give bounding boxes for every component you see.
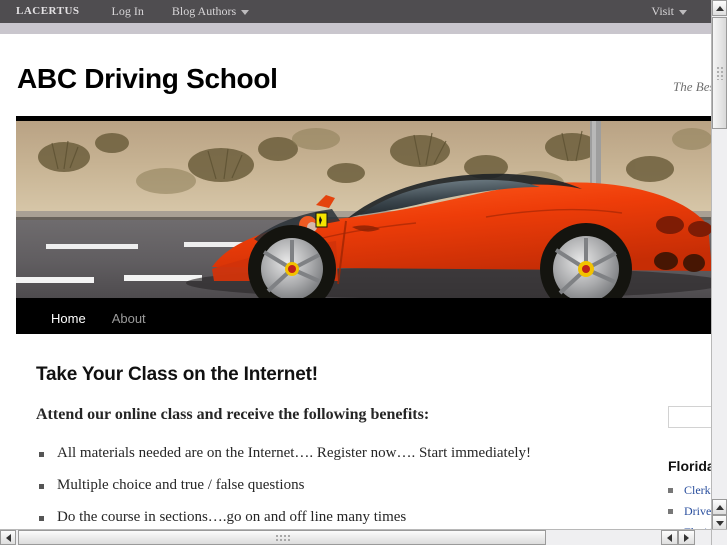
content-area: Take Your Class on the Internet! Attend … — [0, 334, 711, 531]
horizontal-scrollbar-thumb[interactable] — [18, 530, 546, 545]
scroll-left-arrow-icon[interactable] — [0, 530, 16, 545]
scrollbar-grip-icon — [275, 534, 290, 543]
content-heading: Take Your Class on the Internet! — [36, 364, 318, 385]
arrow-down-glyph — [715, 520, 724, 526]
admin-item-blog-authors-label: Blog Authors — [171, 4, 237, 18]
content-subheading: Attend our online class and receive the … — [36, 406, 430, 423]
hero-photo-ferrari-on-road — [16, 121, 711, 298]
admin-item-visit[interactable]: Visit — [637, 0, 701, 23]
widget-links-florida: Clerk Drive Florid Florid — [668, 483, 711, 531]
vertical-scrollbar-thumb[interactable] — [712, 17, 727, 129]
horizontal-scroll-right-buttons — [661, 530, 695, 545]
nav-item-home[interactable]: Home — [38, 303, 99, 334]
vertical-scroll-down-buttons — [712, 499, 727, 531]
admin-bar-right-group: Visit — [637, 0, 711, 23]
search-input[interactable] — [668, 406, 711, 428]
list-item: Clerk — [668, 483, 711, 498]
scrollbar-grip-icon — [716, 66, 725, 80]
hero-illustration — [16, 121, 711, 298]
browser-viewport: LACERTUS Log In Blog Authors Visit ABC D… — [0, 0, 727, 545]
sidebar-link-clerk[interactable]: Clerk — [684, 483, 711, 497]
scroll-up-arrow-icon[interactable] — [712, 0, 727, 16]
sidebar: Florida Clerk Drive Florid Florid Course — [668, 334, 711, 531]
admin-item-visit-label: Visit — [651, 4, 674, 18]
chevron-down-icon — [679, 10, 687, 15]
scroll-left-arrow-icon-secondary[interactable] — [661, 530, 678, 545]
main-column: Take Your Class on the Internet! Attend … — [36, 364, 596, 531]
vertical-scrollbar[interactable] — [711, 0, 727, 531]
arrow-left-glyph — [667, 533, 672, 542]
widget-title-florida: Florida — [668, 458, 711, 474]
site-header: ABC Driving School The Best — [0, 34, 711, 95]
admin-bar-underline — [0, 23, 711, 34]
admin-brand-lacertus[interactable]: LACERTUS — [0, 0, 98, 23]
scroll-up-arrow-icon-secondary[interactable] — [712, 499, 727, 515]
hero-banner — [16, 116, 711, 303]
site-tagline: The Best — [673, 79, 711, 94]
scroll-right-arrow-icon[interactable] — [678, 530, 695, 545]
site-nav: Home About — [16, 303, 711, 334]
page-content: ABC Driving School The Best — [0, 34, 711, 531]
chevron-down-icon — [241, 10, 250, 15]
list-item: Do the course in sections….go on and off… — [36, 509, 596, 526]
arrow-up-glyph — [715, 504, 724, 510]
page-title: ABC Driving School — [17, 63, 278, 94]
list-item: Drive — [668, 504, 711, 519]
nav-item-about[interactable]: About — [99, 303, 159, 334]
scrollbar-corner — [711, 529, 727, 545]
admin-bar-left-group: LACERTUS Log In Blog Authors — [0, 0, 263, 23]
horizontal-scrollbar[interactable] — [0, 529, 711, 545]
admin-bar: LACERTUS Log In Blog Authors Visit — [0, 0, 711, 23]
benefits-list: All materials needed are on the Internet… — [36, 445, 596, 531]
admin-item-log-in[interactable]: Log In — [98, 0, 158, 23]
sidebar-link-drive[interactable]: Drive — [684, 504, 711, 518]
arrow-up-glyph — [715, 5, 724, 11]
arrow-left-glyph — [5, 533, 11, 542]
list-item: All materials needed are on the Internet… — [36, 445, 596, 462]
arrow-right-glyph — [684, 533, 689, 542]
list-item: Multiple choice and true / false questio… — [36, 477, 596, 494]
admin-item-blog-authors[interactable]: Blog Authors — [158, 0, 263, 23]
